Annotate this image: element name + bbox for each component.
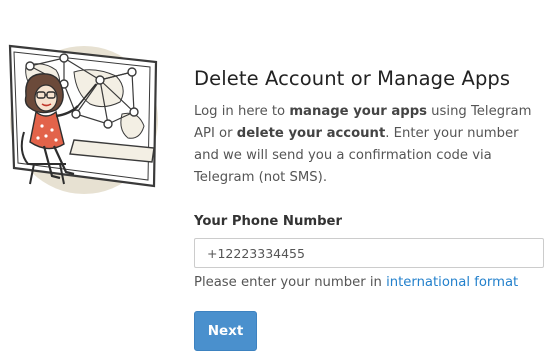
login-page: Delete Account or Manage Apps Log in her… [0, 0, 554, 353]
international-format-link[interactable]: international format [386, 275, 518, 290]
manage-apps-emphasis: manage your apps [289, 104, 427, 119]
description-text: Log in here to [194, 104, 290, 119]
phone-number-input[interactable] [194, 238, 544, 268]
phone-number-label: Your Phone Number [194, 214, 342, 229]
page-description: Log in here to manage your apps using Te… [194, 101, 546, 189]
page-title: Delete Account or Manage Apps [194, 67, 511, 90]
phone-format-hint: Please enter your number in internationa… [194, 274, 546, 292]
delete-account-emphasis: delete your account [236, 126, 386, 141]
hint-text: Please enter your number in [194, 275, 387, 290]
woman-at-world-map-illustration [4, 36, 164, 198]
next-button[interactable]: Next [194, 311, 257, 351]
login-form: Delete Account or Manage Apps Log in her… [194, 66, 546, 351]
